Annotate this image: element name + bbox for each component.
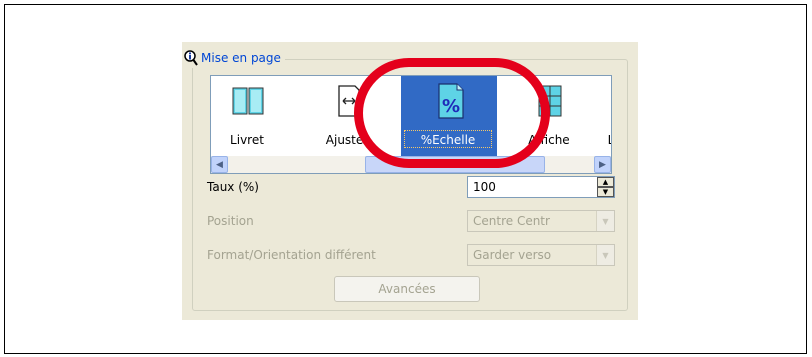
- fit-to-page-icon: [329, 82, 367, 120]
- carousel-item-livret[interactable]: Livret: [211, 76, 295, 156]
- rate-value: 100: [473, 180, 496, 194]
- info-magnifier-icon: [184, 50, 198, 66]
- layout-dialog: Mise en page Livret Ajuster % %Echelle A…: [182, 42, 638, 320]
- chevron-down-icon[interactable]: ▼: [596, 211, 614, 231]
- carousel-item-label: %Echelle: [404, 130, 492, 148]
- carousel-item-affiche[interactable]: Affiche: [501, 76, 597, 156]
- grip-icon: [449, 161, 461, 168]
- position-row: Position Centre Centr ▼: [207, 210, 617, 234]
- booklet-icon: [229, 82, 267, 120]
- format-select[interactable]: Garder verso ▼: [467, 244, 615, 266]
- carousel-item-l[interactable]: L: [599, 76, 611, 156]
- scrollbar-thumb[interactable]: [365, 156, 545, 173]
- spin-up-icon[interactable]: ▲: [597, 177, 614, 187]
- carousel-items: Livret Ajuster % %Echelle Affiche: [211, 76, 611, 156]
- group-legend-label: Mise en page: [201, 51, 281, 65]
- advanced-button[interactable]: Avancées: [334, 276, 480, 302]
- poster-icon: [531, 82, 569, 120]
- format-label: Format/Orientation différent: [207, 248, 376, 262]
- percent-scale-icon: %: [431, 82, 469, 120]
- carousel-item-label: L: [591, 133, 611, 147]
- position-select[interactable]: Centre Centr ▼: [467, 210, 615, 232]
- rate-spin-field[interactable]: 100 ▲ ▼: [467, 176, 615, 198]
- rate-label: Taux (%): [207, 180, 259, 194]
- carousel-item-label: Livret: [230, 133, 264, 147]
- svg-text:%: %: [442, 96, 460, 117]
- position-value: Centre Centr: [473, 214, 550, 228]
- carousel-item-ajuster[interactable]: Ajuster: [299, 76, 395, 156]
- layout-carousel[interactable]: Livret Ajuster % %Echelle Affiche ◀ ▶: [210, 75, 612, 174]
- chevron-down-icon[interactable]: ▼: [596, 245, 614, 265]
- carousel-scrollbar[interactable]: ◀ ▶: [211, 156, 611, 173]
- rate-spinner[interactable]: ▲ ▼: [597, 177, 614, 197]
- scroll-left-arrow-icon[interactable]: ◀: [211, 156, 228, 173]
- carousel-item-echelle[interactable]: % %Echelle: [401, 76, 497, 156]
- scroll-right-arrow-icon[interactable]: ▶: [594, 156, 611, 173]
- carousel-item-label: Affiche: [528, 133, 570, 147]
- rate-row: Taux (%) 100 ▲ ▼: [207, 176, 617, 200]
- format-value: Garder verso: [473, 248, 552, 262]
- format-row: Format/Orientation différent Garder vers…: [207, 244, 617, 268]
- position-label: Position: [207, 214, 254, 228]
- spin-down-icon[interactable]: ▼: [597, 187, 614, 197]
- carousel-item-label: Ajuster: [325, 133, 369, 147]
- group-legend: Mise en page: [182, 48, 285, 68]
